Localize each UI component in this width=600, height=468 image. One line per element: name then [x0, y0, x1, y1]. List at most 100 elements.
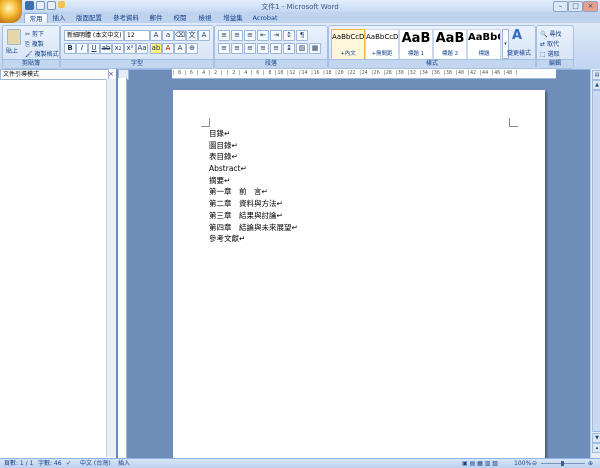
replace-button[interactable]: ⇄ 取代	[540, 39, 559, 48]
style-sample: AaBbCcD	[332, 33, 364, 41]
cut-button[interactable]: ✂ 剪下	[25, 29, 44, 38]
show-marks-icon[interactable]: ¶	[296, 30, 308, 41]
underline-icon[interactable]: U	[88, 43, 100, 54]
font-name-combo[interactable]: 新細明體 (本文中文)	[64, 30, 124, 41]
styles-group: AaBbCcD +內文 AaBbCcD +無間距 AaB 標題 1 AaB 標題…	[328, 25, 536, 69]
distributed-icon[interactable]: ≡	[270, 43, 282, 54]
change-styles-button[interactable]: 變更樣式	[507, 48, 531, 57]
redo-icon[interactable]	[47, 1, 56, 10]
italic-icon[interactable]: I	[76, 43, 88, 54]
style-name: 標題 2	[441, 51, 459, 57]
numbering-icon[interactable]: ≡	[231, 30, 243, 41]
tab-add-ins[interactable]: 增益集	[222, 13, 244, 23]
editing-group-label: 編輯	[537, 59, 573, 68]
scroll-thumb[interactable]	[592, 90, 600, 432]
line-spacing-icon[interactable]: ↨	[283, 43, 295, 54]
tab-review[interactable]: 校閱	[172, 13, 188, 23]
style-sample: AaBbCcD	[366, 33, 398, 41]
ribbon: 貼上 ✂ 剪下 ⎘ 複製 🖌 複製格式 剪貼簿 新細明體 (本文中文) 12 A…	[0, 23, 600, 70]
align-left-icon[interactable]: ≡	[218, 43, 230, 54]
vertical-scrollbar[interactable]: ▤ ▲ ▼ ▴	[590, 69, 600, 458]
tab-mailings[interactable]: 郵件	[148, 13, 164, 23]
replace-label: 取代	[546, 41, 559, 48]
document-line: 參考文獻↵	[209, 234, 246, 244]
save-icon[interactable]	[25, 1, 34, 10]
ruler-toggle-icon[interactable]: ▤	[592, 70, 600, 80]
undo-icon[interactable]	[36, 1, 45, 10]
font-size-combo[interactable]: 12	[124, 30, 150, 41]
tab-view[interactable]: 檢視	[197, 13, 213, 23]
style-name: 標題 1	[407, 51, 425, 57]
minimize-icon[interactable]: –	[553, 1, 568, 12]
subscript-icon[interactable]: x₂	[112, 43, 124, 54]
title-bar: 文件1 - Microsoft Word – □ ×	[0, 0, 600, 12]
clipboard-group: 貼上 ✂ 剪下 ⎘ 複製 🖌 複製格式 剪貼簿	[2, 25, 60, 69]
char-shading-icon[interactable]: A	[174, 43, 186, 54]
zoom-slider-thumb[interactable]	[561, 461, 564, 466]
style-heading-2[interactable]: AaB 標題 2	[433, 29, 467, 60]
strikethrough-icon[interactable]: ab	[100, 43, 112, 54]
superscript-icon[interactable]: x²	[124, 43, 136, 54]
style-heading-1[interactable]: AaB 標題 1	[399, 29, 433, 60]
styles-group-label: 樣式	[329, 59, 535, 68]
style-normal[interactable]: AaBbCcD +內文	[331, 29, 365, 60]
document-map-pane: 文件引導模式 ×	[0, 69, 117, 458]
cut-label: 剪下	[31, 31, 44, 38]
style-title[interactable]: AaBbC 標題	[467, 29, 501, 60]
ribbon-tabs: 常用 插入 版面配置 參考資料 郵件 校閱 檢視 增益集 Acrobat	[0, 12, 600, 24]
change-case-icon[interactable]: Aa	[136, 43, 148, 54]
style-no-spacing[interactable]: AaBbCcD +無間距	[365, 29, 399, 60]
font-color-icon[interactable]: A	[162, 43, 174, 54]
paste-button[interactable]: 貼上	[6, 46, 18, 55]
office-button[interactable]	[0, 0, 22, 23]
open-icon[interactable]	[58, 1, 65, 8]
document-page[interactable]: 目錄↵ 圖目錄↵ 表目錄↵ Abstract↵ 摘要↵ 第一章 前 言↵ 第二章…	[173, 90, 545, 458]
phonetic-guide-icon[interactable]: 文	[186, 30, 198, 41]
close-icon[interactable]: ×	[583, 1, 598, 12]
clear-format-icon[interactable]: ⌫	[174, 30, 186, 41]
scroll-up-icon[interactable]: ▲	[592, 80, 600, 90]
find-button[interactable]: 🔍 尋找	[540, 29, 561, 38]
tab-acrobat[interactable]: Acrobat	[251, 13, 279, 23]
style-sample: AaB	[435, 31, 465, 46]
decrease-indent-icon[interactable]: ⇤	[257, 30, 269, 41]
document-map-mode-select[interactable]: 文件引導模式	[0, 69, 109, 80]
borders-icon[interactable]: ▦	[309, 43, 321, 54]
change-styles-icon[interactable]: A	[512, 29, 526, 43]
copy-button[interactable]: ⎘ 複製	[25, 39, 44, 49]
shading-icon[interactable]: ▨	[296, 43, 308, 54]
highlight-icon[interactable]: ab	[150, 43, 162, 54]
close-pane-icon[interactable]: ×	[108, 70, 114, 78]
sort-icon[interactable]: ↕	[283, 30, 295, 41]
bullets-icon[interactable]: ≡	[218, 30, 230, 41]
window-title: 文件1 - Microsoft Word	[261, 3, 339, 11]
style-name: 標題	[478, 51, 490, 57]
enclose-char-icon[interactable]: ⊕	[186, 43, 198, 54]
bold-icon[interactable]: B	[64, 43, 76, 54]
horizontal-ruler[interactable]: | 8 | 6 | 4 | 2 | | 2 | 4 | 6 | 8 |10 |1…	[172, 69, 556, 79]
font-group-label: 字型	[61, 59, 213, 68]
scroll-down-icon[interactable]: ▼	[592, 433, 600, 443]
align-right-icon[interactable]: ≡	[244, 43, 256, 54]
tab-references[interactable]: 參考資料	[112, 13, 140, 23]
multilevel-list-icon[interactable]: ≡	[244, 30, 256, 41]
document-body[interactable]: 目錄↵ 圖目錄↵ 表目錄↵ Abstract↵ 摘要↵ 第一章 前 言↵ 第二章…	[209, 128, 298, 245]
increase-indent-icon[interactable]: ⇥	[270, 30, 282, 41]
paste-icon[interactable]	[7, 29, 21, 45]
format-painter-button[interactable]: 🖌 複製格式	[25, 49, 59, 58]
select-button[interactable]: ⬚ 選取	[540, 49, 560, 58]
document-line: 表目錄↵	[209, 152, 238, 162]
justify-icon[interactable]: ≡	[257, 43, 269, 54]
grow-font-icon[interactable]: A	[150, 30, 162, 41]
prev-page-icon[interactable]: ▴	[592, 443, 600, 453]
vertical-ruler[interactable]	[118, 78, 127, 458]
tab-page-layout[interactable]: 版面配置	[76, 13, 102, 23]
document-map-scrollbar[interactable]	[106, 79, 116, 457]
char-border-icon[interactable]: A	[198, 30, 210, 41]
style-sample: AaB	[401, 31, 431, 46]
maximize-icon[interactable]: □	[568, 1, 583, 12]
document-line: 第二章 資料與方法↵	[209, 199, 283, 209]
align-center-icon[interactable]: ≡	[231, 43, 243, 54]
shrink-font-icon[interactable]: a	[162, 30, 174, 41]
tab-insert[interactable]: 插入	[50, 13, 68, 23]
